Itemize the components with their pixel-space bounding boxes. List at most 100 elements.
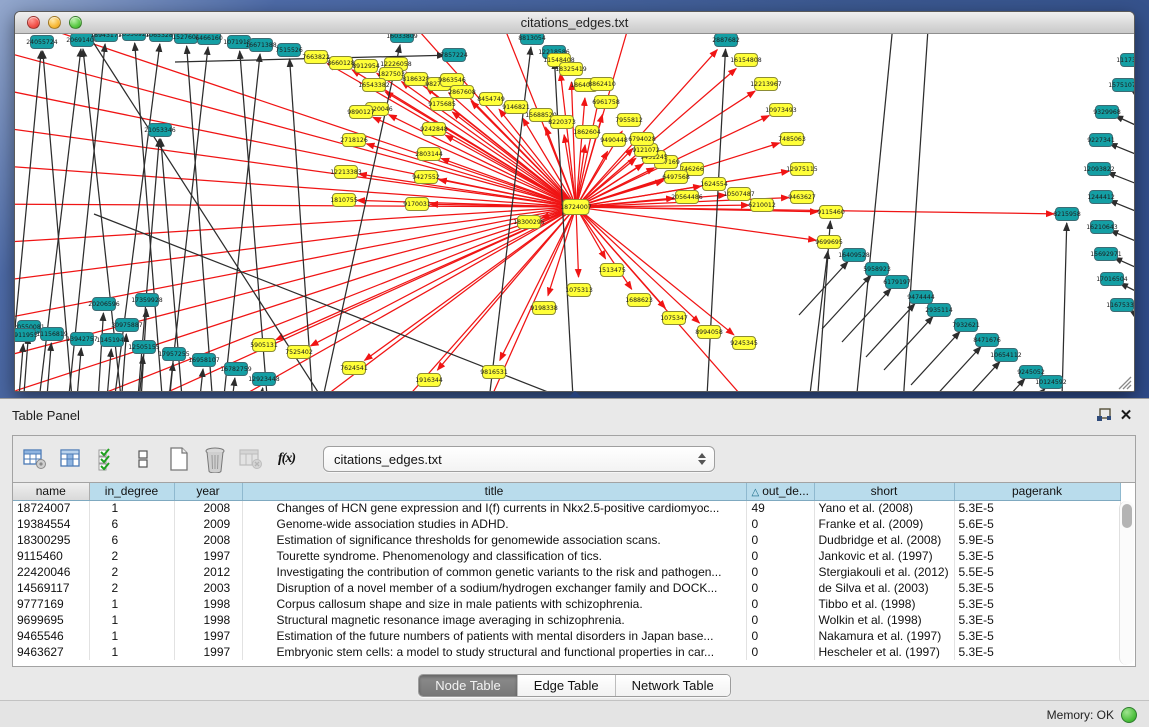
graph-node[interactable]: 5958923 <box>863 263 891 276</box>
table-row[interactable]: 946362711997Embryonic stem cells: a mode… <box>13 644 1120 660</box>
table-cell[interactable]: 22420046 <box>13 564 89 580</box>
graph-node[interactable]: 17359928 <box>131 294 163 307</box>
table-cell[interactable]: 1 <box>89 500 174 516</box>
function-builder-button[interactable]: f(x) <box>273 445 300 473</box>
table-cell[interactable]: 5.3E-5 <box>954 596 1120 612</box>
graph-node[interactable]: 16409528 <box>838 249 870 262</box>
graph-node[interactable]: 9115460 <box>817 206 845 219</box>
graph-node[interactable]: 3911955 <box>15 329 38 342</box>
table-cell[interactable]: 1 <box>89 644 174 660</box>
graph-node[interactable]: 1624554 <box>700 178 728 191</box>
graph-node[interactable]: 8862410 <box>588 78 616 91</box>
table-cell[interactable]: 2 <box>89 548 174 564</box>
delete-columns-button[interactable] <box>201 445 228 473</box>
table-cell[interactable]: 0 <box>746 644 814 660</box>
graph-node[interactable]: 10654112 <box>990 349 1022 362</box>
graph-node[interactable]: 9463627 <box>788 191 816 204</box>
table-cell[interactable]: 1997 <box>174 548 242 564</box>
graph-node[interactable]: 6497568 <box>662 171 690 184</box>
graph-node[interactable]: 15751074 <box>1108 79 1134 92</box>
graph-node[interactable]: 7857224 <box>440 49 468 62</box>
new-column-button[interactable] <box>165 445 192 473</box>
table-cell[interactable]: Stergiakouli et al. (2012) <box>814 564 954 580</box>
graph-node[interactable]: 10124592 <box>1035 376 1067 389</box>
network-window[interactable]: citations_edges.txt 24055724206914061894… <box>14 11 1135 392</box>
graph-node[interactable]: 1513475 <box>598 264 626 277</box>
graph-node[interactable]: 9816531 <box>480 366 508 379</box>
table-cell[interactable]: 9777169 <box>13 596 89 612</box>
table-mode-button[interactable] <box>21 445 48 473</box>
table-cell[interactable]: 2008 <box>174 500 242 516</box>
table-cell[interactable]: 1998 <box>174 612 242 628</box>
graph-node[interactable]: 11173301 <box>1116 54 1134 67</box>
table-cell[interactable]: 1997 <box>174 628 242 644</box>
graph-node[interactable]: 15692971 <box>1090 248 1122 261</box>
column-header-in_degree[interactable]: in_degree <box>89 483 174 500</box>
table-cell[interactable]: Yano et al. (2008) <box>814 500 954 516</box>
graph-node[interactable]: 16543382 <box>358 79 390 92</box>
close-panel-button[interactable]: ✕ <box>1115 405 1137 425</box>
table-cell[interactable]: 2 <box>89 564 174 580</box>
table-cell[interactable]: Estimation of significance thresholds fo… <box>242 532 746 548</box>
graph-node[interactable]: 7955812 <box>615 114 643 127</box>
table-cell[interactable]: 5.3E-5 <box>954 628 1120 644</box>
table-cell[interactable]: Estimation of the future numbers of pati… <box>242 628 746 644</box>
float-panel-button[interactable] <box>1093 405 1115 425</box>
graph-node[interactable]: 7663822 <box>302 51 330 64</box>
table-cell[interactable]: 5.3E-5 <box>954 548 1120 564</box>
graph-node[interactable]: 21053346 <box>144 124 176 137</box>
table-cell[interactable]: 0 <box>746 564 814 580</box>
graph-node[interactable]: 2803144 <box>415 148 443 161</box>
graph-node[interactable]: 11675333 <box>1106 299 1134 312</box>
table-cell[interactable]: 2 <box>89 580 174 596</box>
table-cell[interactable]: 2009 <box>174 516 242 532</box>
table-cell[interactable]: 0 <box>746 612 814 628</box>
graph-node[interactable]: 17957255 <box>158 348 190 361</box>
column-header-short[interactable]: short <box>814 483 954 500</box>
graph-node[interactable]: 10507487 <box>723 188 755 201</box>
tab-node-table[interactable]: Node Table <box>419 675 518 696</box>
graph-node[interactable]: 1862604 <box>573 126 601 139</box>
table-cell[interactable]: 0 <box>746 548 814 564</box>
graph-node[interactable]: 9490448 <box>600 134 628 147</box>
table-cell[interactable]: Disruption of a novel member of a sodium… <box>242 580 746 596</box>
table-row[interactable]: 969969511998Structural magnetic resonanc… <box>13 612 1120 628</box>
column-header-out_degree[interactable]: △out_de... <box>746 483 814 500</box>
table-row[interactable]: 911546021997Tourette syndrome. Phenomeno… <box>13 548 1120 564</box>
graph-node[interactable]: 16782759 <box>220 363 252 376</box>
table-cell[interactable]: 0 <box>746 596 814 612</box>
graph-node[interactable]: 16671388 <box>245 39 277 52</box>
graph-node[interactable]: 6210012 <box>748 199 776 212</box>
graph-node[interactable]: 8471676 <box>973 334 1001 347</box>
graph-node[interactable]: 12093822 <box>1083 163 1115 176</box>
graph-node[interactable]: 9170031 <box>403 198 431 211</box>
select-all-button[interactable] <box>93 445 120 473</box>
graph-node[interactable]: 6961758 <box>592 96 620 109</box>
graph-node[interactable]: 8215958 <box>1053 208 1081 221</box>
graph-node[interactable]: 1244412 <box>1087 191 1115 204</box>
table-vertical-scrollbar[interactable] <box>1119 501 1134 665</box>
table-cell[interactable]: 9699695 <box>13 612 89 628</box>
table-cell[interactable]: Franke et al. (2009) <box>814 516 954 532</box>
table-cell[interactable]: 2003 <box>174 580 242 596</box>
graph-node[interactable]: 12975115 <box>786 163 818 176</box>
graph-node[interactable]: 2887682 <box>712 34 740 47</box>
table-cell[interactable]: Investigating the contribution of common… <box>242 564 746 580</box>
zoom-window-button[interactable] <box>69 16 82 29</box>
graph-node[interactable]: 18300295 <box>513 216 545 229</box>
graph-node[interactable]: 10973493 <box>765 104 797 117</box>
table-cell[interactable]: 0 <box>746 516 814 532</box>
table-cell[interactable]: 0 <box>746 532 814 548</box>
table-cell[interactable]: 9465546 <box>13 628 89 644</box>
graph-node[interactable]: 24055724 <box>26 36 58 49</box>
graph-node[interactable]: 5905131 <box>250 339 278 352</box>
graph-node[interactable]: 9699695 <box>815 236 843 249</box>
table-row[interactable]: 946554611997Estimation of the future num… <box>13 628 1120 644</box>
table-cell[interactable]: Embryonic stem cells: a model to study s… <box>242 644 746 660</box>
table-row[interactable]: 1830029562008Estimation of significance … <box>13 532 1120 548</box>
table-cell[interactable]: 1997 <box>174 644 242 660</box>
graph-hub-node[interactable]: 18724007 <box>560 200 592 215</box>
table-cell[interactable]: 5.6E-5 <box>954 516 1120 532</box>
table-cell[interactable]: Nakamura et al. (1997) <box>814 628 954 644</box>
table-cell[interactable]: Genome-wide association studies in ADHD. <box>242 516 746 532</box>
